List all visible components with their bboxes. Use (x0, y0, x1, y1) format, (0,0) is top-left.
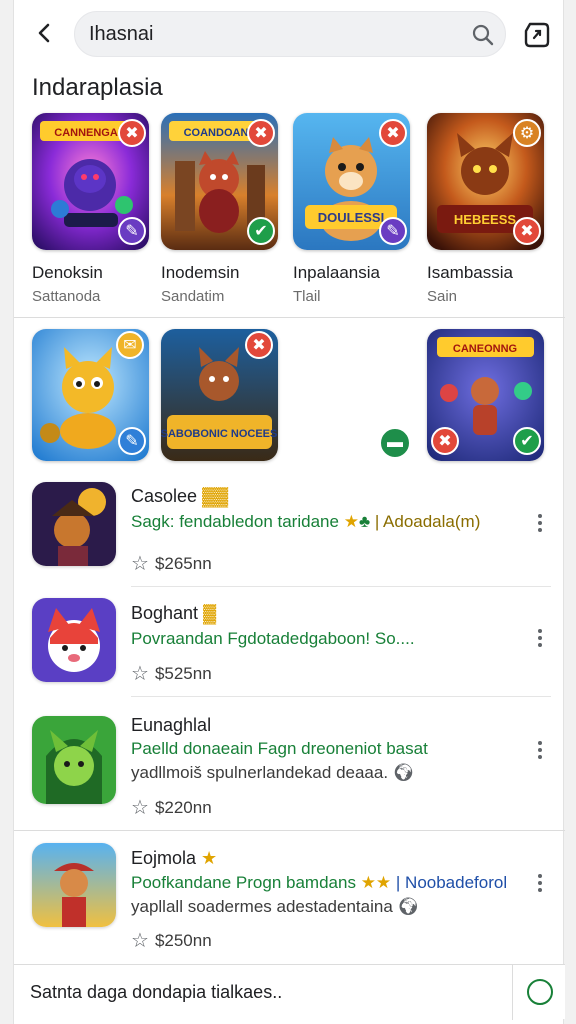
divider (131, 586, 551, 587)
app-icon[interactable] (32, 598, 116, 682)
more-menu-icon[interactable] (532, 868, 548, 898)
app-price: ☆ $265nn (131, 551, 212, 576)
app-description: Paelld donaeain Fagn dreoneniot basat (131, 739, 428, 758)
wrench-icon: ✖ (247, 119, 275, 147)
search-icon[interactable] (471, 23, 495, 47)
game-tile[interactable]: ✉ ✎ (32, 329, 149, 461)
star-outline-icon: ☆ (131, 797, 149, 819)
divider (131, 696, 551, 697)
app-description: Poofkandane Progn bamdans ★★ | Noobadefo… (131, 873, 507, 893)
edit-icon: ✎ (118, 217, 146, 245)
price-text: $220nn (154, 797, 212, 817)
app-price: ☆ $220nn (131, 795, 212, 820)
app-description: Povraandan Fgdotadedgaboon! So.... (131, 629, 415, 648)
more-menu-icon[interactable] (532, 508, 548, 538)
star-outline-icon: ☆ (131, 663, 149, 685)
globe-icon: 🌍︎ (392, 763, 415, 782)
featured-tile[interactable]: COANDOAN ✖ ✔ (161, 113, 278, 250)
game-tile[interactable]: CANEONNG ✖ ✔ (427, 329, 544, 461)
featured-tile[interactable]: DOULESSI ✖ ✎ (293, 113, 410, 250)
search-bar (14, 0, 565, 70)
search-field[interactable] (74, 11, 506, 57)
tile-name: Denoksin (32, 263, 103, 282)
tile-art-text: CANEONNG (453, 343, 517, 355)
app-extra-text: yapllall soadermes adestadentaina (131, 897, 393, 916)
edit-icon: ✎ (118, 427, 146, 455)
wrench-icon: ✖ (118, 119, 146, 147)
featured-tile[interactable]: HEBEESS ⚙ ✖ (427, 113, 544, 250)
tile-art-text: SABOBONIC NOCEES (161, 428, 277, 440)
more-menu-icon[interactable] (532, 735, 548, 765)
app-price: ☆ $525nn (131, 661, 212, 686)
app-icon[interactable] (32, 482, 116, 566)
app-title-text: Boghant (131, 603, 199, 623)
tile-name: Inodemsin (161, 263, 240, 282)
tile-name: Isambassia (427, 263, 513, 282)
section-title: Indaraplasia (32, 74, 163, 101)
bottom-bar-text[interactable]: Satnta daga dondapia tialkaes.. (30, 982, 282, 1003)
tile-subtitle: Sain (427, 288, 458, 305)
app-tag: | Noobadeforol (395, 873, 508, 892)
globe-icon: 🌍︎ (397, 897, 420, 916)
tile-art-text: CANNENGAR (54, 127, 126, 139)
app-description: Sagk: fendabledon taridane ★♣ | Adoadala… (131, 512, 480, 532)
tile-name: Inpalaansia (293, 263, 380, 282)
tile-art-text: HEBEESS (454, 212, 516, 227)
divider (14, 830, 565, 831)
price-text: $525nn (154, 663, 212, 683)
bottom-bar: Satnta daga dondapia tialkaes.. (14, 964, 565, 1020)
app-title-text: Eojmola (131, 848, 197, 868)
divider (512, 965, 513, 1020)
featured-tile[interactable]: CANNENGAR ✖ ✎ (32, 113, 149, 250)
app-title[interactable]: Eunaghlal (131, 715, 211, 736)
arrow-back-icon[interactable] (30, 18, 60, 48)
tile-art-text: DOULESSI (318, 210, 384, 225)
app-tag: | Adoadala(m) (374, 512, 481, 531)
app-extra-text: yadllmoiš spulnerlandekad deaaa. (131, 763, 389, 782)
app-title[interactable]: Boghant ▓ (131, 603, 216, 624)
app-badge: ▓▓ (202, 486, 229, 506)
check-icon: ✔ (247, 217, 275, 245)
check-icon: ✔ (513, 427, 541, 455)
app-screen: Indaraplasia CANNENGAR ✖ ✎ COANDOAN (13, 0, 565, 1024)
star-outline-icon: ☆ (131, 553, 149, 575)
leaf-icon: ♣ (358, 512, 371, 531)
app-extra: yapllall soadermes adestadentaina 🌍︎ (131, 897, 419, 917)
app-icon[interactable] (32, 716, 116, 804)
star-icon: ★ (343, 512, 359, 531)
app-badge: ★ (201, 848, 218, 868)
app-title[interactable]: Eojmola ★ (131, 848, 217, 869)
wrench-icon: ✖ (245, 331, 273, 359)
tile-subtitle: Sattanoda (32, 288, 101, 305)
app-description-text: Poofkandane Progn bamdans (131, 873, 356, 892)
search-input[interactable] (75, 12, 465, 56)
game-tile[interactable]: SABOBONIC NOCEES ✖ (161, 329, 278, 461)
app-title-text: Casolee (131, 486, 198, 506)
app-badge: ▓ (203, 603, 217, 623)
app-icon[interactable] (32, 843, 116, 927)
price-text: $265nn (154, 553, 212, 573)
chat-icon: ✉ (116, 331, 144, 359)
app-description-text: Sagk: fendabledon taridane (131, 512, 339, 531)
gear-icon: ⚙ (513, 119, 541, 147)
app-price: ☆ $250nn (131, 928, 212, 953)
close-icon: ✖ (431, 427, 459, 455)
edit-icon: ✎ (379, 217, 407, 245)
app-title[interactable]: Casolee ▓▓ (131, 486, 228, 507)
tile-art-text: COANDOAN (184, 127, 249, 139)
star-icon: ★★ (360, 873, 392, 892)
share-icon[interactable] (521, 19, 553, 51)
divider (14, 317, 565, 318)
close-icon: ✖ (513, 217, 541, 245)
price-text: $250nn (154, 930, 212, 950)
circle-icon[interactable] (527, 979, 553, 1005)
app-extra: yadllmoiš spulnerlandekad deaaa. 🌍︎ (131, 763, 414, 783)
tile-subtitle: Tlail (293, 288, 321, 305)
chat-icon[interactable]: ▬ (379, 427, 411, 459)
more-menu-icon[interactable] (532, 623, 548, 653)
star-outline-icon: ☆ (131, 930, 149, 952)
tile-subtitle: Sandatim (161, 288, 225, 305)
wrench-icon: ✖ (379, 119, 407, 147)
